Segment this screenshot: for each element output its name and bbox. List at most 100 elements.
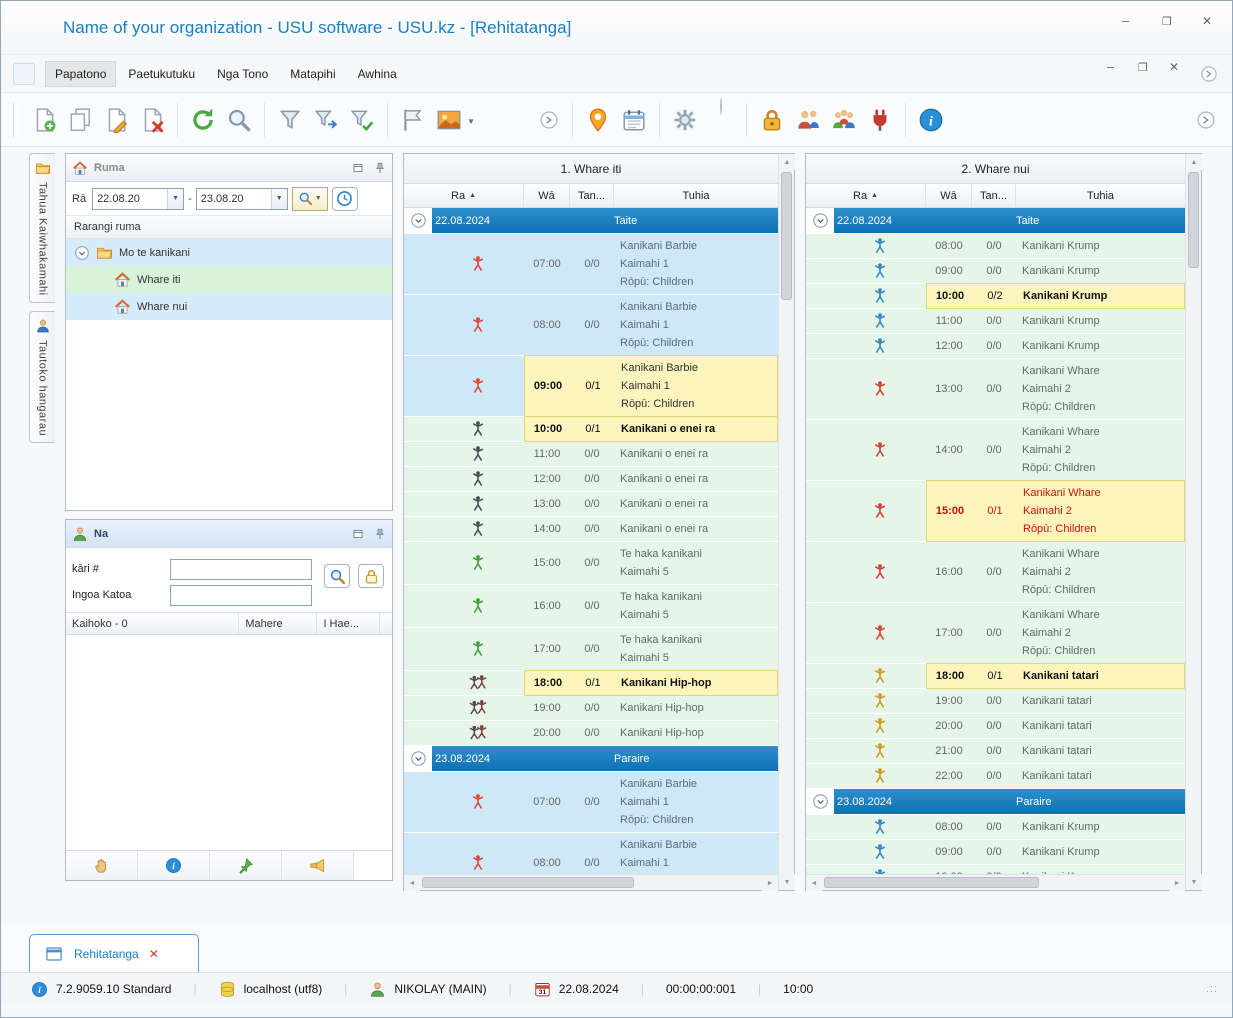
tree-item-mo-te-kanikani[interactable]: Mo te kanikani: [66, 239, 392, 266]
tab-close-icon[interactable]: ✕: [149, 947, 159, 961]
lock-button[interactable]: [754, 101, 790, 139]
schedule-slot-row[interactable]: 08:00 0/0 Kanikani BarbieKaimahi 1Rōpū: Ch…: [404, 833, 778, 874]
toolbar-grip[interactable]: [13, 102, 18, 137]
tree-item-whare-nui[interactable]: Whare nui: [66, 293, 392, 320]
horizontal-scrollbar[interactable]: ◄ ►: [404, 874, 778, 891]
panel-restore-icon[interactable]: [352, 162, 364, 174]
filter-button[interactable]: [272, 101, 308, 139]
panel-pin-icon[interactable]: [374, 162, 386, 174]
scroll-down-icon[interactable]: ▼: [1186, 874, 1202, 890]
minimize-icon[interactable]: –: [1122, 14, 1136, 35]
chevron-down-icon[interactable]: ▼: [270, 188, 287, 209]
column-tan[interactable]: Tan...: [570, 184, 614, 207]
schedule-slot-row[interactable]: 11:00 0/0 Kanikani Krump: [806, 309, 1185, 334]
info-button[interactable]: i: [913, 101, 949, 139]
expand-circle-icon[interactable]: [410, 212, 427, 229]
client-column-mahere[interactable]: Mahere: [239, 613, 318, 634]
menu-item-nga-tono[interactable]: Nga Tono: [207, 61, 278, 87]
column-wa[interactable]: Wā: [926, 184, 972, 207]
vertical-scrollbar[interactable]: ▲ ▼: [778, 154, 795, 890]
scrollbar-thumb[interactable]: [422, 877, 635, 888]
close-icon[interactable]: ✕: [1169, 61, 1182, 80]
schedule-slot-row[interactable]: 22:00 0/0 Kanikani tatari: [806, 764, 1185, 789]
column-wa[interactable]: Wā: [524, 184, 570, 207]
expand-circle-icon[interactable]: [74, 245, 90, 261]
flag-button[interactable]: [395, 101, 431, 139]
delete-doc-button[interactable]: [134, 101, 170, 139]
client-table-body[interactable]: [66, 635, 392, 850]
copy-doc-button[interactable]: [62, 101, 98, 139]
chevron-down-icon[interactable]: ▼: [167, 188, 184, 209]
scroll-up-icon[interactable]: ▲: [779, 154, 795, 170]
scroll-down-icon[interactable]: ▼: [779, 874, 795, 890]
schedule-slot-row[interactable]: 08:00 0/0 Kanikani Krump: [806, 815, 1185, 840]
schedule-slot-row[interactable]: 10:00 0/2 Kanikani Krump: [806, 283, 1185, 309]
client-lock-button[interactable]: [358, 564, 384, 588]
schedule-slot-row[interactable]: 17:00 0/0 Te haka kanikani Kaimahi 5: [404, 628, 778, 671]
info-button[interactable]: i: [138, 851, 210, 880]
toolbar-overflow-icon[interactable]: [1196, 110, 1216, 130]
schedule-slot-row[interactable]: 19:00 0/0 Kanikani tatari: [806, 689, 1185, 714]
client-column-kaihoko-0[interactable]: Kaihoko - 0: [66, 613, 240, 634]
resize-grip-icon[interactable]: .::: [1206, 983, 1218, 995]
users-button[interactable]: [790, 101, 826, 139]
close-icon[interactable]: ✕: [1202, 15, 1216, 35]
schedule-slot-row[interactable]: 21:00 0/0 Kanikani tatari: [806, 739, 1185, 764]
column-tuhia[interactable]: Tuhia: [614, 184, 778, 207]
schedule-slot-row[interactable]: 09:00 0/1 Kanikani Barbie Kaimahi 1 Rōpū: Ch…: [404, 355, 778, 417]
schedule-slot-row[interactable]: 10:000/0Kanikani Krump: [806, 865, 1185, 874]
column-tuhia[interactable]: Tuhia: [1016, 184, 1185, 207]
schedule-slot-row[interactable]: 19:00 0/0 Kanikani Hip-hop: [404, 696, 778, 721]
schedule-slot-row[interactable]: 20:00 0/0 Kanikani tatari: [806, 714, 1185, 739]
schedule-slot-row[interactable]: 20:00 0/0 Kanikani Hip-hop: [404, 721, 778, 746]
panel-pin-icon[interactable]: [374, 528, 386, 540]
chevron-down-icon[interactable]: ▼: [467, 117, 475, 126]
schedule-slot-row[interactable]: 11:00 0/0 Kanikani o enei ra: [404, 442, 778, 467]
scrollbar-thumb[interactable]: [824, 877, 1040, 888]
refresh-button[interactable]: [185, 101, 221, 139]
panel-restore-icon[interactable]: [352, 528, 364, 540]
date-row[interactable]: 23.08.2024 Paraire: [404, 746, 778, 772]
date-row[interactable]: 22.08.2024 Taite: [404, 208, 778, 234]
schedule-slot-row[interactable]: 16:00 0/0 Te haka kanikani Kaimahi 5: [404, 585, 778, 628]
scrollbar-thumb[interactable]: [781, 172, 792, 300]
calendar-button[interactable]: [616, 101, 652, 139]
client-search-button[interactable]: [324, 564, 350, 588]
schedule-rows[interactable]: 22.08.2024 Taite 08:00 0/0 Kanikani Krump 09:…: [806, 208, 1185, 874]
scroll-up-icon[interactable]: ▲: [1186, 154, 1202, 170]
search-button[interactable]: [221, 101, 257, 139]
schedule-slot-row[interactable]: 10:00 0/1 Kanikani o enei ra: [404, 416, 778, 442]
new-doc-button[interactable]: [26, 101, 62, 139]
tree-item-whare-iti[interactable]: Whare iti: [66, 266, 392, 293]
schedule-slot-row[interactable]: 13:00 0/0 Kanikani o enei ra: [404, 492, 778, 517]
minimize-icon[interactable]: –: [1107, 60, 1120, 80]
plug-button[interactable]: [862, 101, 898, 139]
schedule-slot-row[interactable]: 08:00 0/0 Kanikani Krump: [806, 234, 1185, 259]
edit-doc-button[interactable]: [98, 101, 134, 139]
schedule-slot-row[interactable]: 18:00 0/1 Kanikani tatari: [806, 663, 1185, 689]
maximize-icon[interactable]: ❐: [1162, 16, 1176, 35]
menu-item-awhina[interactable]: Awhina: [348, 61, 407, 87]
column-ra[interactable]: Ra ▲: [806, 184, 926, 207]
column-tan[interactable]: Tan...: [972, 184, 1016, 207]
schedule-slot-row[interactable]: 14:00 0/0 Kanikani o enei ra: [404, 517, 778, 542]
schedule-slot-row[interactable]: 09:00 0/0 Kanikani Krump: [806, 840, 1185, 865]
tab-rehitatanga[interactable]: Rehitatanga ✕: [29, 934, 199, 972]
date-row[interactable]: 22.08.2024 Taite: [806, 208, 1185, 234]
full-name-input[interactable]: [170, 584, 312, 606]
schedule-slot-row[interactable]: 07:00 0/0 Kanikani Barbie Kaimahi 1 Rōpū: Ch…: [404, 772, 778, 833]
schedule-slot-row[interactable]: 12:00 0/0 Kanikani o enei ra: [404, 467, 778, 492]
card-number-input[interactable]: [170, 558, 312, 580]
schedule-slot-row[interactable]: 08:00 0/0 Kanikani BarbieKaimahi 1Rōpū: Ch…: [404, 295, 778, 356]
schedule-slot-row[interactable]: 07:00 0/0 Kanikani Barbie Kaimahi 1 Rōpū: Ch…: [404, 234, 778, 295]
side-tab-tahua-kaiwhakamahi[interactable]: Tahua Kaiwhakamahi: [29, 153, 55, 303]
scrollbar-thumb[interactable]: [1188, 172, 1199, 268]
expand-circle-icon[interactable]: [812, 212, 829, 229]
overflow-icon[interactable]: [1200, 65, 1218, 83]
schedule-slot-row[interactable]: 15:00 0/0 Te haka kanikani Kaimahi 5: [404, 542, 778, 585]
colors-button[interactable]: [703, 97, 739, 139]
expand-circle-icon[interactable]: [812, 793, 829, 810]
schedule-slot-row[interactable]: 12:00 0/0 Kanikani Krump: [806, 334, 1185, 359]
time-filter-button[interactable]: [331, 186, 358, 211]
group-button[interactable]: [826, 101, 862, 139]
